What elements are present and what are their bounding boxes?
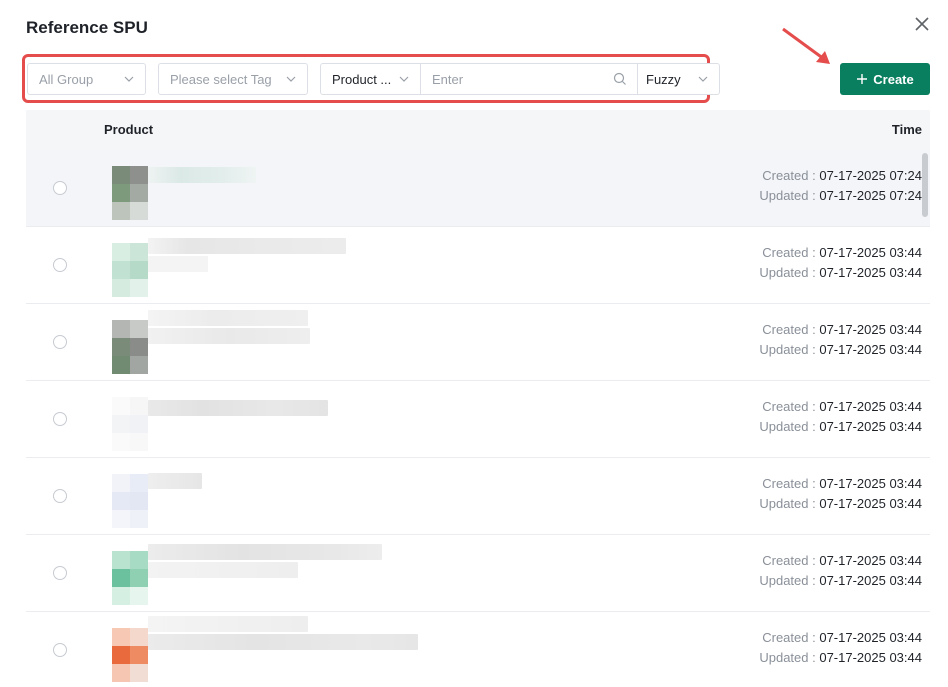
dialog-title: Reference SPU — [26, 18, 148, 37]
table-row[interactable]: Created : 07-17-2025 03:44 Updated : 07-… — [26, 381, 930, 458]
list-scrollbar[interactable] — [922, 153, 928, 217]
row-radio[interactable] — [53, 258, 67, 272]
column-header-time: Time — [891, 122, 922, 137]
product-name-pixelated — [148, 167, 256, 183]
column-header-product: Product — [104, 122, 154, 137]
row-times: Created : 07-17-2025 07:24 Updated : 07-… — [759, 166, 922, 206]
updated-value: 07-17-2025 07:24 — [819, 188, 922, 203]
group-select-value: All Group — [39, 71, 94, 87]
updated-value: 07-17-2025 03:44 — [819, 342, 922, 357]
updated-label: Updated : — [759, 650, 816, 665]
product-name-pixelated — [148, 473, 202, 489]
tag-select-placeholder: Please select Tag — [170, 71, 272, 87]
created-label: Created : — [762, 476, 816, 491]
updated-value: 07-17-2025 03:44 — [819, 573, 922, 588]
updated-label: Updated : — [759, 419, 816, 434]
product-name-pixelated — [148, 238, 346, 254]
updated-label: Updated : — [759, 188, 816, 203]
row-times: Created : 07-17-2025 03:44 Updated : 07-… — [759, 551, 922, 591]
row-times: Created : 07-17-2025 03:44 Updated : 07-… — [759, 243, 922, 283]
created-value: 07-17-2025 03:44 — [819, 245, 922, 260]
product-thumbnail — [112, 551, 148, 605]
row-radio[interactable] — [53, 335, 67, 349]
created-label: Created : — [762, 553, 816, 568]
row-radio[interactable] — [53, 181, 67, 195]
chevron-down-icon — [124, 76, 134, 82]
product-list: Created : 07-17-2025 07:24 Updated : 07-… — [26, 150, 930, 687]
plus-icon — [857, 74, 868, 84]
created-value: 07-17-2025 03:44 — [819, 630, 922, 645]
table-row[interactable]: Created : 07-17-2025 07:24 Updated : 07-… — [26, 150, 930, 227]
group-select[interactable]: All Group — [27, 63, 146, 95]
annotation-arrow — [782, 27, 830, 64]
table-row[interactable]: Created : 07-17-2025 03:44 Updated : 07-… — [26, 535, 930, 612]
product-thumbnail — [112, 397, 148, 451]
table-row[interactable]: Created : 07-17-2025 03:44 Updated : 07-… — [26, 458, 930, 535]
search-input-placeholder: Enter — [432, 71, 464, 87]
product-thumbnail — [112, 628, 148, 682]
create-button[interactable]: Create — [840, 63, 930, 95]
tag-select[interactable]: Please select Tag — [158, 63, 308, 95]
updated-value: 07-17-2025 03:44 — [819, 265, 922, 280]
row-radio[interactable] — [53, 489, 67, 503]
search-field-select[interactable]: Product ... — [321, 64, 421, 94]
table-row[interactable]: Created : 07-17-2025 03:44 Updated : 07-… — [26, 612, 930, 687]
chevron-down-icon — [698, 76, 708, 82]
updated-label: Updated : — [759, 265, 816, 280]
updated-value: 07-17-2025 03:44 — [819, 650, 922, 665]
updated-value: 07-17-2025 03:44 — [819, 496, 922, 511]
search-field-value: Product ... — [332, 71, 392, 87]
product-thumbnail — [112, 243, 148, 297]
chevron-down-icon — [399, 76, 409, 82]
product-name-pixelated — [148, 616, 308, 632]
updated-label: Updated : — [759, 496, 816, 511]
created-label: Created : — [762, 630, 816, 645]
product-sku-pixelated — [148, 562, 298, 578]
product-thumbnail — [112, 474, 148, 528]
table-row[interactable]: Created : 07-17-2025 03:44 Updated : 07-… — [26, 304, 930, 381]
product-name-pixelated — [148, 400, 328, 416]
match-mode-select[interactable]: Fuzzy — [638, 64, 719, 94]
product-name-pixelated — [148, 544, 382, 560]
product-thumbnail — [112, 320, 148, 374]
created-value: 07-17-2025 03:44 — [819, 399, 922, 414]
row-radio[interactable] — [53, 643, 67, 657]
product-sku-pixelated — [148, 256, 208, 272]
search-group: Product ... Enter Fuzzy — [320, 63, 720, 95]
row-radio[interactable] — [53, 412, 67, 426]
updated-value: 07-17-2025 03:44 — [819, 419, 922, 434]
created-label: Created : — [762, 245, 816, 260]
row-times: Created : 07-17-2025 03:44 Updated : 07-… — [759, 474, 922, 514]
row-times: Created : 07-17-2025 03:44 Updated : 07-… — [759, 397, 922, 437]
chevron-down-icon — [286, 76, 296, 82]
table-header: Product Time — [26, 110, 930, 150]
create-button-label: Create — [873, 71, 914, 87]
search-input[interactable]: Enter — [421, 64, 638, 94]
product-sku-pixelated — [148, 328, 310, 344]
search-icon[interactable] — [613, 72, 627, 86]
created-value: 07-17-2025 03:44 — [819, 322, 922, 337]
created-label: Created : — [762, 168, 816, 183]
updated-label: Updated : — [759, 573, 816, 588]
created-value: 07-17-2025 03:44 — [819, 476, 922, 491]
match-mode-value: Fuzzy — [646, 71, 681, 87]
updated-label: Updated : — [759, 342, 816, 357]
created-label: Created : — [762, 322, 816, 337]
created-value: 07-17-2025 03:44 — [819, 553, 922, 568]
created-label: Created : — [762, 399, 816, 414]
row-times: Created : 07-17-2025 03:44 Updated : 07-… — [759, 320, 922, 360]
row-times: Created : 07-17-2025 03:44 Updated : 07-… — [759, 628, 922, 668]
product-sku-pixelated — [148, 634, 418, 650]
product-name-pixelated — [148, 310, 308, 326]
close-icon[interactable] — [910, 12, 934, 36]
created-value: 07-17-2025 07:24 — [819, 168, 922, 183]
product-thumbnail — [112, 166, 148, 220]
table-row[interactable]: Created : 07-17-2025 03:44 Updated : 07-… — [26, 227, 930, 304]
row-radio[interactable] — [53, 566, 67, 580]
